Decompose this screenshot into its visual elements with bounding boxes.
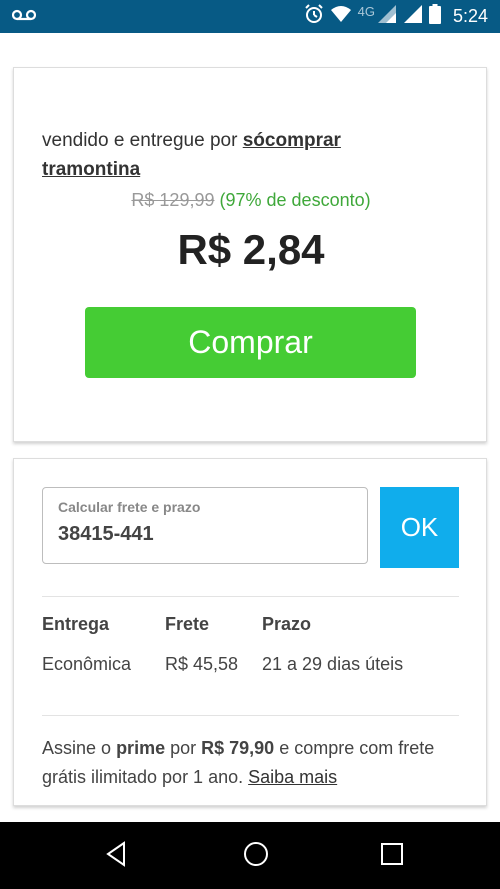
wifi-icon: [330, 5, 352, 28]
recents-icon[interactable]: [372, 834, 412, 874]
alarm-icon: [304, 4, 324, 29]
divider: [42, 715, 459, 716]
learn-more-link[interactable]: Saiba mais: [248, 767, 337, 787]
old-price: R$ 129,99: [131, 190, 215, 210]
prime-label: prime: [116, 738, 166, 758]
network-type: 4G: [357, 4, 375, 19]
home-icon[interactable]: [236, 834, 276, 874]
column-header-deadline: Prazo: [262, 614, 312, 634]
divider: [42, 596, 459, 597]
shipping-card: Calcular frete e prazo 38415-441 OK Entr…: [13, 458, 487, 806]
column-header-freight: Frete: [165, 614, 210, 634]
battery-icon: [428, 4, 441, 29]
seller-info: vendido e entregue por sócomprar tramonti…: [42, 126, 462, 184]
navigation-bar: [0, 822, 500, 889]
zip-label: Calcular frete e prazo: [58, 499, 201, 515]
delivery-type: Econômica: [42, 654, 132, 674]
offer-card: vendido e entregue por sócomprar tramonti…: [13, 67, 487, 442]
signal-icon: [403, 4, 423, 29]
discount-label: (97% de desconto): [219, 190, 371, 210]
deadline-value: 21 a 29 dias úteis: [262, 654, 404, 674]
prime-price: R$ 79,90: [201, 738, 275, 758]
freight-value: R$ 45,58: [165, 654, 239, 674]
seller-prefix: vendido e entregue por: [42, 130, 238, 151]
zip-field[interactable]: Calcular frete e prazo 38415-441: [42, 487, 368, 564]
back-icon[interactable]: [97, 834, 137, 874]
voicemail-icon: [11, 8, 37, 27]
clock: 5:24: [452, 6, 488, 26]
buy-button[interactable]: Comprar: [85, 307, 416, 378]
signal-icon: [377, 4, 397, 29]
current-price: R$ 2,84: [177, 226, 325, 273]
prime-promo: Assine o prime por R$ 79,90 e compre com…: [42, 738, 435, 787]
status-bar: 4G 5:24: [0, 0, 500, 33]
column-header-delivery: Entrega: [42, 614, 110, 634]
price-history: R$ 129,99 (97% de desconto): [14, 190, 488, 211]
zip-input[interactable]: 38415-441: [58, 523, 352, 546]
ok-button[interactable]: OK: [380, 487, 459, 568]
